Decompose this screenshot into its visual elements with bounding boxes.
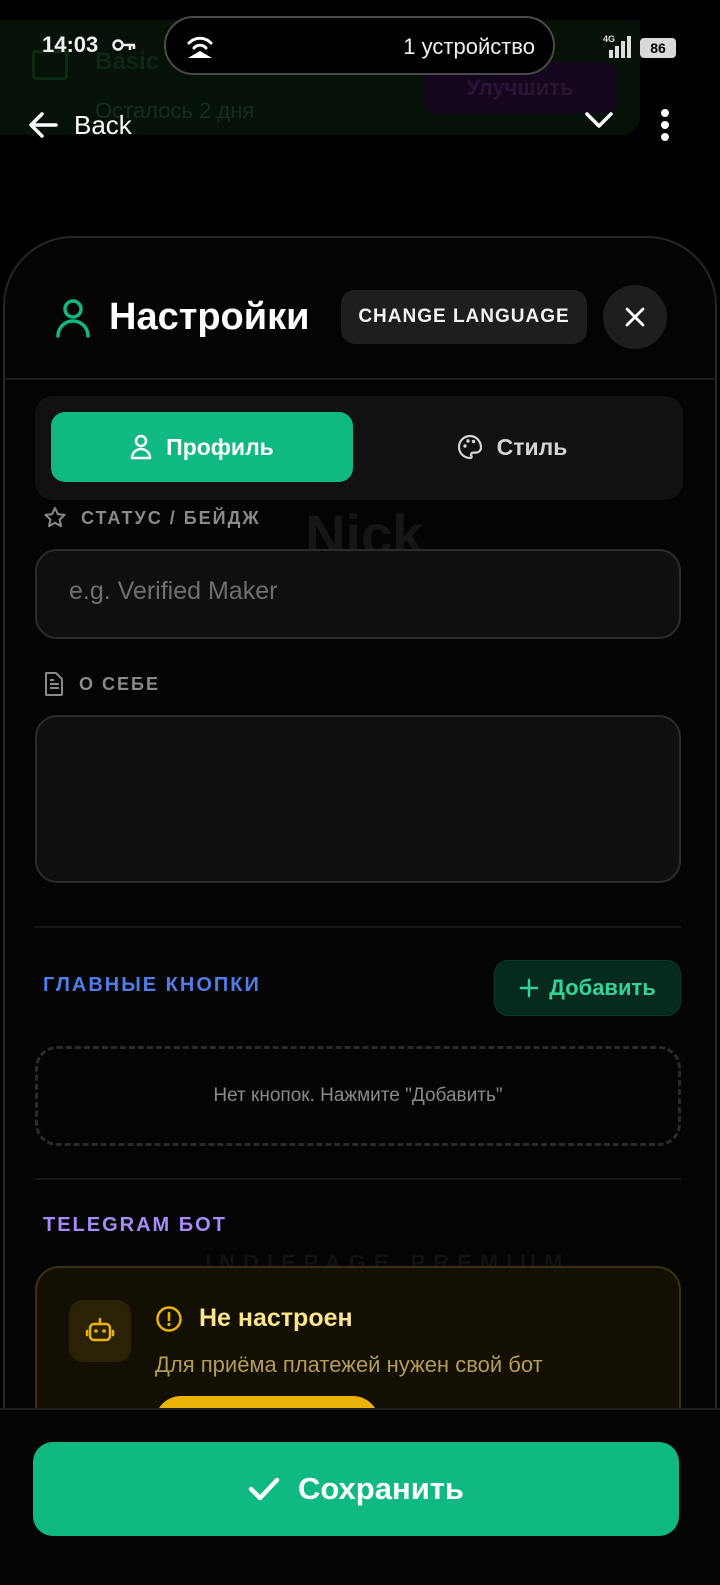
status-badge-input[interactable]: e.g. Verified Maker <box>35 549 681 639</box>
tab-style-label: Стиль <box>496 433 568 460</box>
document-icon <box>45 672 63 696</box>
close-icon <box>625 307 645 327</box>
user-icon <box>130 434 152 460</box>
add-button-label: Добавить <box>549 975 656 1000</box>
empty-buttons-placeholder: Нет кнопок. Нажмите "Добавить" <box>35 1046 681 1146</box>
change-language-button[interactable]: CHANGE LANGUAGE <box>341 290 587 344</box>
tab-profile-label: Профиль <box>166 433 274 460</box>
section-divider <box>35 1178 681 1180</box>
app-header: Back <box>0 100 720 150</box>
back-button[interactable]: Back <box>28 100 132 150</box>
tab-profile[interactable]: Профиль <box>51 412 353 482</box>
signal-icon: 4G <box>603 34 631 58</box>
telegram-bot-title: TELEGRAM БОТ <box>43 1214 227 1236</box>
hotspot-icon <box>187 36 213 58</box>
bot-description: Для приёма платежей нужен свой бот <box>155 1352 543 1377</box>
about-label-row: О СЕБЕ <box>43 672 160 696</box>
empty-buttons-text: Нет кнопок. Нажмите "Добавить" <box>213 1085 503 1106</box>
devices-count: 1 устройство <box>403 34 535 59</box>
svg-text:4G: 4G <box>603 34 615 44</box>
sheet-header: Настройки CHANGE LANGUAGE <box>5 238 715 380</box>
add-button[interactable]: Добавить <box>494 960 681 1016</box>
status-badge-placeholder: e.g. Verified Maker <box>69 577 278 605</box>
main-buttons-title: ГЛАВНЫЕ КНОПКИ <box>43 974 261 996</box>
key-icon <box>112 39 136 51</box>
alert-circle-icon <box>156 1305 182 1332</box>
status-badge-label-row: СТАТУС / БЕЙДЖ <box>43 506 261 530</box>
sheet-title: Настройки <box>109 296 310 338</box>
section-divider <box>35 926 681 928</box>
more-vertical-icon[interactable] <box>660 108 670 142</box>
save-label: Сохранить <box>298 1471 464 1506</box>
palette-icon <box>457 434 482 460</box>
settings-tabs: Профиль Стиль <box>35 396 683 500</box>
bot-status: Не настроен <box>199 1304 353 1332</box>
save-button[interactable]: Сохранить <box>33 1442 679 1536</box>
back-label: Back <box>74 109 132 140</box>
settings-sheet: Nick INDIEPAGE PREMIUM Настройки CHANGE … <box>3 236 717 1585</box>
footer-bar: Сохранить <box>0 1408 720 1585</box>
bot-icon-box <box>69 1300 131 1362</box>
sheet-title-group: Настройки <box>55 296 309 339</box>
about-textarea[interactable] <box>35 715 681 883</box>
clock: 14:03 <box>42 32 99 57</box>
user-icon <box>56 298 90 338</box>
battery-indicator: 86 <box>640 38 676 58</box>
status-bar: 14:03 1 устройство 4G 86 <box>0 0 720 90</box>
check-icon <box>248 1477 280 1501</box>
bot-icon <box>85 1317 115 1342</box>
arrow-left-icon <box>29 112 58 138</box>
close-button[interactable] <box>603 285 667 349</box>
dynamic-island[interactable]: 1 устройство <box>164 16 555 75</box>
status-badge-label: СТАТУС / БЕЙДЖ <box>81 507 261 528</box>
chevron-down-icon[interactable] <box>584 110 614 130</box>
tab-style[interactable]: Стиль <box>357 412 667 482</box>
bot-status-row: Не настроен <box>155 1304 353 1333</box>
star-icon <box>44 507 66 528</box>
about-label: О СЕБЕ <box>79 673 160 694</box>
plus-icon <box>519 978 539 998</box>
